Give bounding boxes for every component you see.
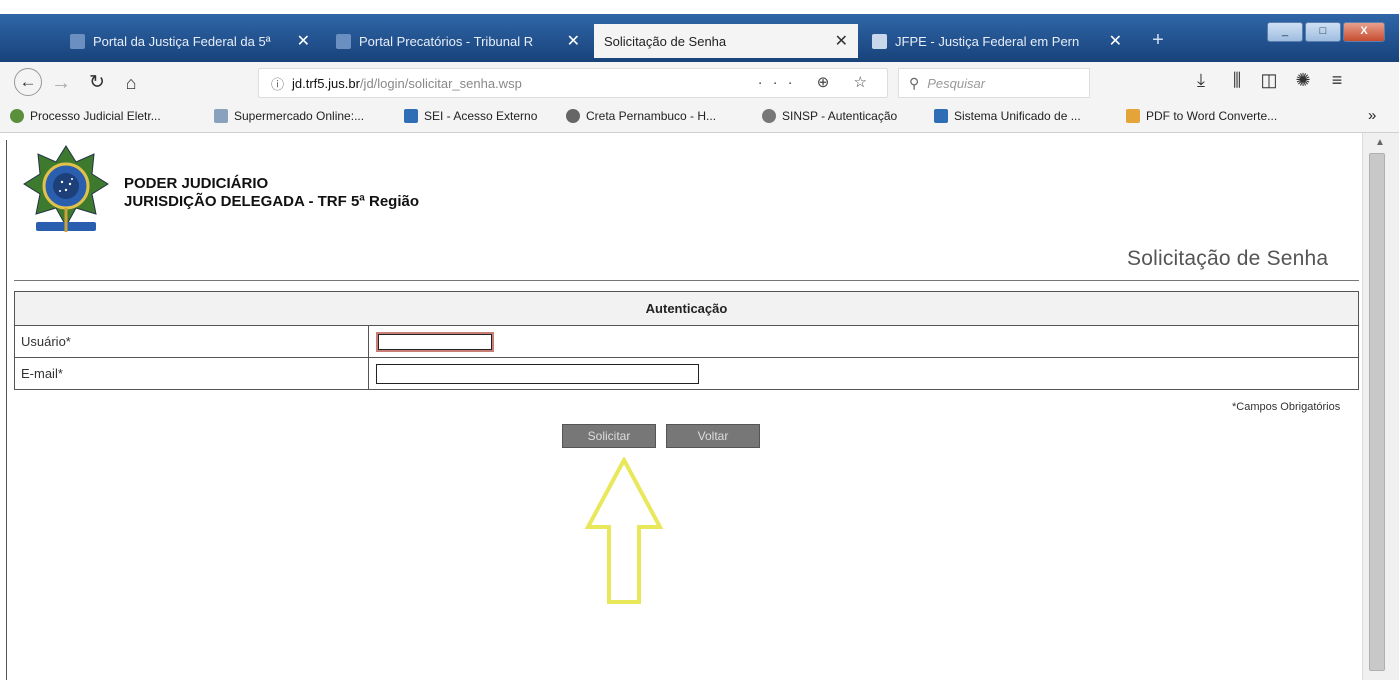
tab-label: Portal Precatórios - Tribunal R [359,33,534,49]
bookmark-label: SINSP - Autenticação [782,109,898,123]
maximize-button[interactable]: □ [1305,22,1341,42]
tab-favicon-icon [70,33,85,49]
tab-jfpe[interactable]: JFPE - Justiça Federal em Pern ✕ [862,24,1132,58]
email-row: E-mail* [14,357,1359,390]
bookmark-sistema-unificado[interactable]: Sistema Unificado de ... [934,109,1081,123]
email-input[interactable] [376,363,699,384]
search-icon: ⚲ [909,74,920,91]
window-controls: _ □ X [1267,22,1385,42]
globe-icon [566,109,580,123]
org-subtitle: JURISDIÇÃO DELEGADA - TRF 5ª Região [124,193,420,210]
tab-close-icon[interactable]: ✕ [1109,31,1122,51]
bookmark-pje[interactable]: Processo Judicial Eletr... [10,109,161,123]
authentication-form-table: Autenticação Usuário* E-mail* [14,291,1359,390]
bookmarks-toolbar: Processo Judicial Eletr... Supermercado … [0,104,1399,133]
library-icon[interactable]: ⫼ [1224,70,1250,91]
search-box[interactable]: ⚲ Pesquisar [898,68,1090,98]
site-info-icon[interactable]: ⓘ [271,74,284,93]
bookmark-label: Creta Pernambuco - H... [586,109,717,123]
reload-button[interactable]: ↻ [84,70,110,96]
downloads-icon[interactable]: ⤓ [1188,70,1214,91]
menu-icon[interactable]: ≡ [1324,70,1350,91]
back-button[interactable]: ← [14,68,42,96]
tab-label: Solicitação de Senha [604,33,727,49]
annotation-arrow-icon [584,457,664,604]
extension-icon[interactable]: ✺ [1290,70,1316,91]
bookmark-label: SEI - Acesso Externo [424,109,538,123]
address-bar[interactable]: ⓘ jd.trf5.jus.br /jd/login/solicitar_sen… [258,68,888,98]
bookmark-sei[interactable]: SEI - Acesso Externo [404,109,537,123]
bookmark-favicon-icon [214,109,228,123]
tab-label: JFPE - Justiça Federal em Pern [895,33,1080,49]
tab-close-icon[interactable]: ✕ [835,31,848,51]
user-label: Usuário* [14,325,369,358]
bookmark-favicon-icon [1126,109,1140,123]
page-actions-icon[interactable]: ··· ⊕ ☆ [758,73,877,91]
bookmark-label: Supermercado Online:... [234,109,365,123]
email-input-cell [368,357,1359,390]
header-divider [14,280,1359,281]
tab-favicon-icon [872,33,887,49]
user-input[interactable] [376,331,494,352]
bookmark-favicon-icon [762,109,776,123]
bookmark-pdf-to-word[interactable]: PDF to Word Converte... [1126,109,1277,123]
forward-button[interactable]: → [48,70,74,96]
bookmark-sinsp[interactable]: SINSP - Autenticação [762,109,897,123]
email-label: E-mail* [14,357,369,390]
home-button[interactable]: ⌂ [118,70,144,96]
sidebar-icon[interactable]: ◫ [1256,70,1282,91]
bookmark-creta[interactable]: Creta Pernambuco - H... [566,109,716,123]
page-left-border [6,140,7,680]
form-section-title: Autenticação [14,291,1359,326]
brazil-coat-of-arms-logo [23,145,109,232]
org-name: PODER JUDICIÁRIO [124,175,269,192]
url-host: jd.trf5.jus.br [292,75,360,91]
tab-close-icon[interactable]: ✕ [297,31,310,51]
tab-solicitacao-senha[interactable]: Solicitação de Senha ✕ [594,24,858,58]
page-content [0,133,1362,680]
bookmark-label: Sistema Unificado de ... [954,109,1081,123]
bookmarks-overflow-button[interactable]: » [1368,107,1376,124]
back-link-button[interactable]: Voltar [666,424,760,448]
bookmark-label: Processo Judicial Eletr... [30,109,161,123]
tab-close-icon[interactable]: ✕ [567,31,580,51]
page-title: Solicitação de Senha [1127,247,1329,270]
scroll-up-arrow-icon[interactable]: ▲ [1375,137,1385,148]
new-tab-button[interactable]: + [1143,24,1173,58]
globe-icon [10,109,24,123]
user-row: Usuário* [14,325,1359,358]
url-path: /jd/login/solicitar_senha.wsp [359,75,522,91]
tab-favicon-icon [336,33,351,49]
vertical-scrollbar[interactable]: ▲ [1362,133,1399,680]
bookmark-supermercado[interactable]: Supermercado Online:... [214,109,364,123]
screen-top-strip [0,0,1399,14]
bookmark-favicon-icon [404,109,418,123]
navigation-toolbar: ← → ↻ ⌂ ⓘ jd.trf5.jus.br /jd/login/solic… [0,62,1399,105]
tab-label: Portal da Justiça Federal da 5ª [93,33,271,49]
close-window-button[interactable]: X [1343,22,1385,42]
tab-portal-justica[interactable]: Portal da Justiça Federal da 5ª ✕ [60,24,320,58]
scrollbar-thumb[interactable] [1369,153,1385,671]
required-fields-note: *Campos Obrigatórios [1232,401,1341,413]
submit-button[interactable]: Solicitar [562,424,656,448]
bookmark-favicon-icon [934,109,948,123]
tab-portal-precatorios[interactable]: Portal Precatórios - Tribunal R ✕ [326,24,590,58]
minimize-button[interactable]: _ [1267,22,1303,42]
search-placeholder: Pesquisar [927,75,986,91]
bookmark-label: PDF to Word Converte... [1146,109,1278,123]
user-input-cell [368,325,1359,358]
